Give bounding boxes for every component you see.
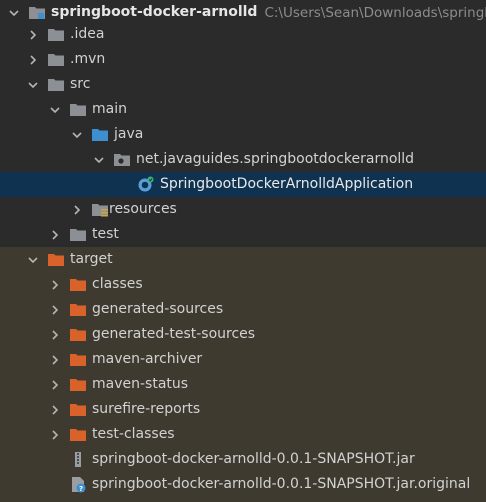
- source-folder-icon: [91, 127, 109, 143]
- chevron-down-icon[interactable]: [47, 102, 63, 118]
- chevron-right-icon[interactable]: [47, 352, 63, 368]
- package-icon: [113, 152, 131, 168]
- chevron-down-icon[interactable]: [91, 152, 107, 168]
- tree-row-java[interactable]: java: [0, 122, 486, 147]
- excluded-folder-icon: [69, 327, 87, 343]
- tree-row-label: classes: [92, 276, 143, 292]
- module-folder-icon: [28, 5, 46, 21]
- folder-icon: [47, 77, 65, 93]
- tree-row-label: .idea: [70, 26, 105, 42]
- tree-row-mvn[interactable]: .mvn: [0, 47, 486, 72]
- unknown-file-icon: ?: [69, 477, 87, 493]
- tree-row-label: maven-status: [92, 376, 189, 392]
- tree-row-label: maven-archiver: [92, 351, 203, 367]
- tree-row-idea[interactable]: .idea: [0, 22, 486, 47]
- tree-row-resources[interactable]: resources: [0, 197, 486, 222]
- chevron-down-icon[interactable]: [25, 252, 41, 268]
- tree-row-main[interactable]: main: [0, 97, 486, 122]
- chevron-down-icon[interactable]: [69, 127, 85, 143]
- chevron-right-icon[interactable]: [47, 427, 63, 443]
- tree-row-test-classes[interactable]: test-classes: [0, 422, 486, 447]
- tree-row-label: net.javaguides.springbootdockerarnolld: [136, 151, 415, 167]
- chevron-right-icon[interactable]: [47, 377, 63, 393]
- tree-row-test[interactable]: test: [0, 222, 486, 247]
- tree-row-label: springboot-docker-arnolld-0.0.1-SNAPSHOT…: [92, 451, 415, 467]
- tree-row-label: generated-sources: [92, 301, 224, 317]
- project-tree: springboot-docker-arnolld C:\Users\Sean\…: [0, 0, 486, 502]
- tree-row-label: resources: [109, 201, 177, 217]
- tree-row-generated-sources[interactable]: generated-sources: [0, 297, 486, 322]
- chevron-right-icon[interactable]: [47, 302, 63, 318]
- chevron-down-icon[interactable]: [25, 77, 41, 93]
- chevron-right-icon[interactable]: [47, 327, 63, 343]
- tree-row-label: java: [114, 126, 144, 142]
- chevron-right-icon[interactable]: [25, 52, 41, 68]
- tree-row-label: test-classes: [92, 426, 175, 442]
- tree-row-surefire-reports[interactable]: surefire-reports: [0, 397, 486, 422]
- svg-text:?: ?: [79, 485, 83, 493]
- excluded-folder-icon: [69, 402, 87, 418]
- tree-row-src[interactable]: src: [0, 72, 486, 97]
- tree-row-label: SpringbootDockerArnolldApplication: [160, 176, 414, 192]
- tree-row-label: test: [92, 226, 119, 242]
- tree-row-package[interactable]: net.javaguides.springbootdockerarnolld: [0, 147, 486, 172]
- chevron-right-icon[interactable]: [47, 402, 63, 418]
- tree-row-classes[interactable]: classes: [0, 272, 486, 297]
- chevron-right-icon[interactable]: [47, 277, 63, 293]
- tree-row-label: src: [70, 76, 91, 92]
- excluded-folder-icon: [69, 277, 87, 293]
- jar-file-icon: [69, 452, 87, 468]
- excluded-folder-icon: [69, 377, 87, 393]
- chevron-down-icon[interactable]: [6, 5, 22, 21]
- tree-row-maven-archiver[interactable]: maven-archiver: [0, 347, 486, 372]
- excluded-folder-icon: [69, 302, 87, 318]
- spring-boot-class-icon: [137, 176, 155, 193]
- resources-folder-icon: [91, 202, 109, 218]
- project-path: C:\Users\Sean\Downloads\springbo: [264, 4, 486, 21]
- tree-row-label: .mvn: [70, 51, 106, 67]
- chevron-right-icon[interactable]: [25, 27, 41, 43]
- chevron-right-icon[interactable]: [69, 202, 85, 218]
- tree-row-label: springboot-docker-arnolld-0.0.1-SNAPSHOT…: [92, 476, 471, 492]
- tree-row-jar-file[interactable]: springboot-docker-arnolld-0.0.1-SNAPSHOT…: [0, 447, 486, 472]
- excluded-folder-icon: [47, 252, 65, 268]
- tree-row-label: main: [92, 101, 127, 117]
- chevron-right-icon[interactable]: [47, 227, 63, 243]
- tree-row-generated-test-sources[interactable]: generated-test-sources: [0, 322, 486, 347]
- folder-icon: [47, 27, 65, 43]
- folder-icon: [69, 227, 87, 243]
- tree-row-label: surefire-reports: [92, 401, 201, 417]
- tree-row-label: generated-test-sources: [92, 326, 256, 342]
- tree-row-label: target: [70, 251, 113, 267]
- tree-row-maven-status[interactable]: maven-status: [0, 372, 486, 397]
- excluded-folder-icon: [69, 427, 87, 443]
- folder-icon: [47, 52, 65, 68]
- folder-icon: [69, 102, 87, 118]
- tree-row-jar-original-file[interactable]: ? springboot-docker-arnolld-0.0.1-SNAPSH…: [0, 472, 486, 497]
- excluded-folder-icon: [69, 352, 87, 368]
- tree-row-application-class[interactable]: SpringbootDockerArnolldApplication: [0, 172, 486, 197]
